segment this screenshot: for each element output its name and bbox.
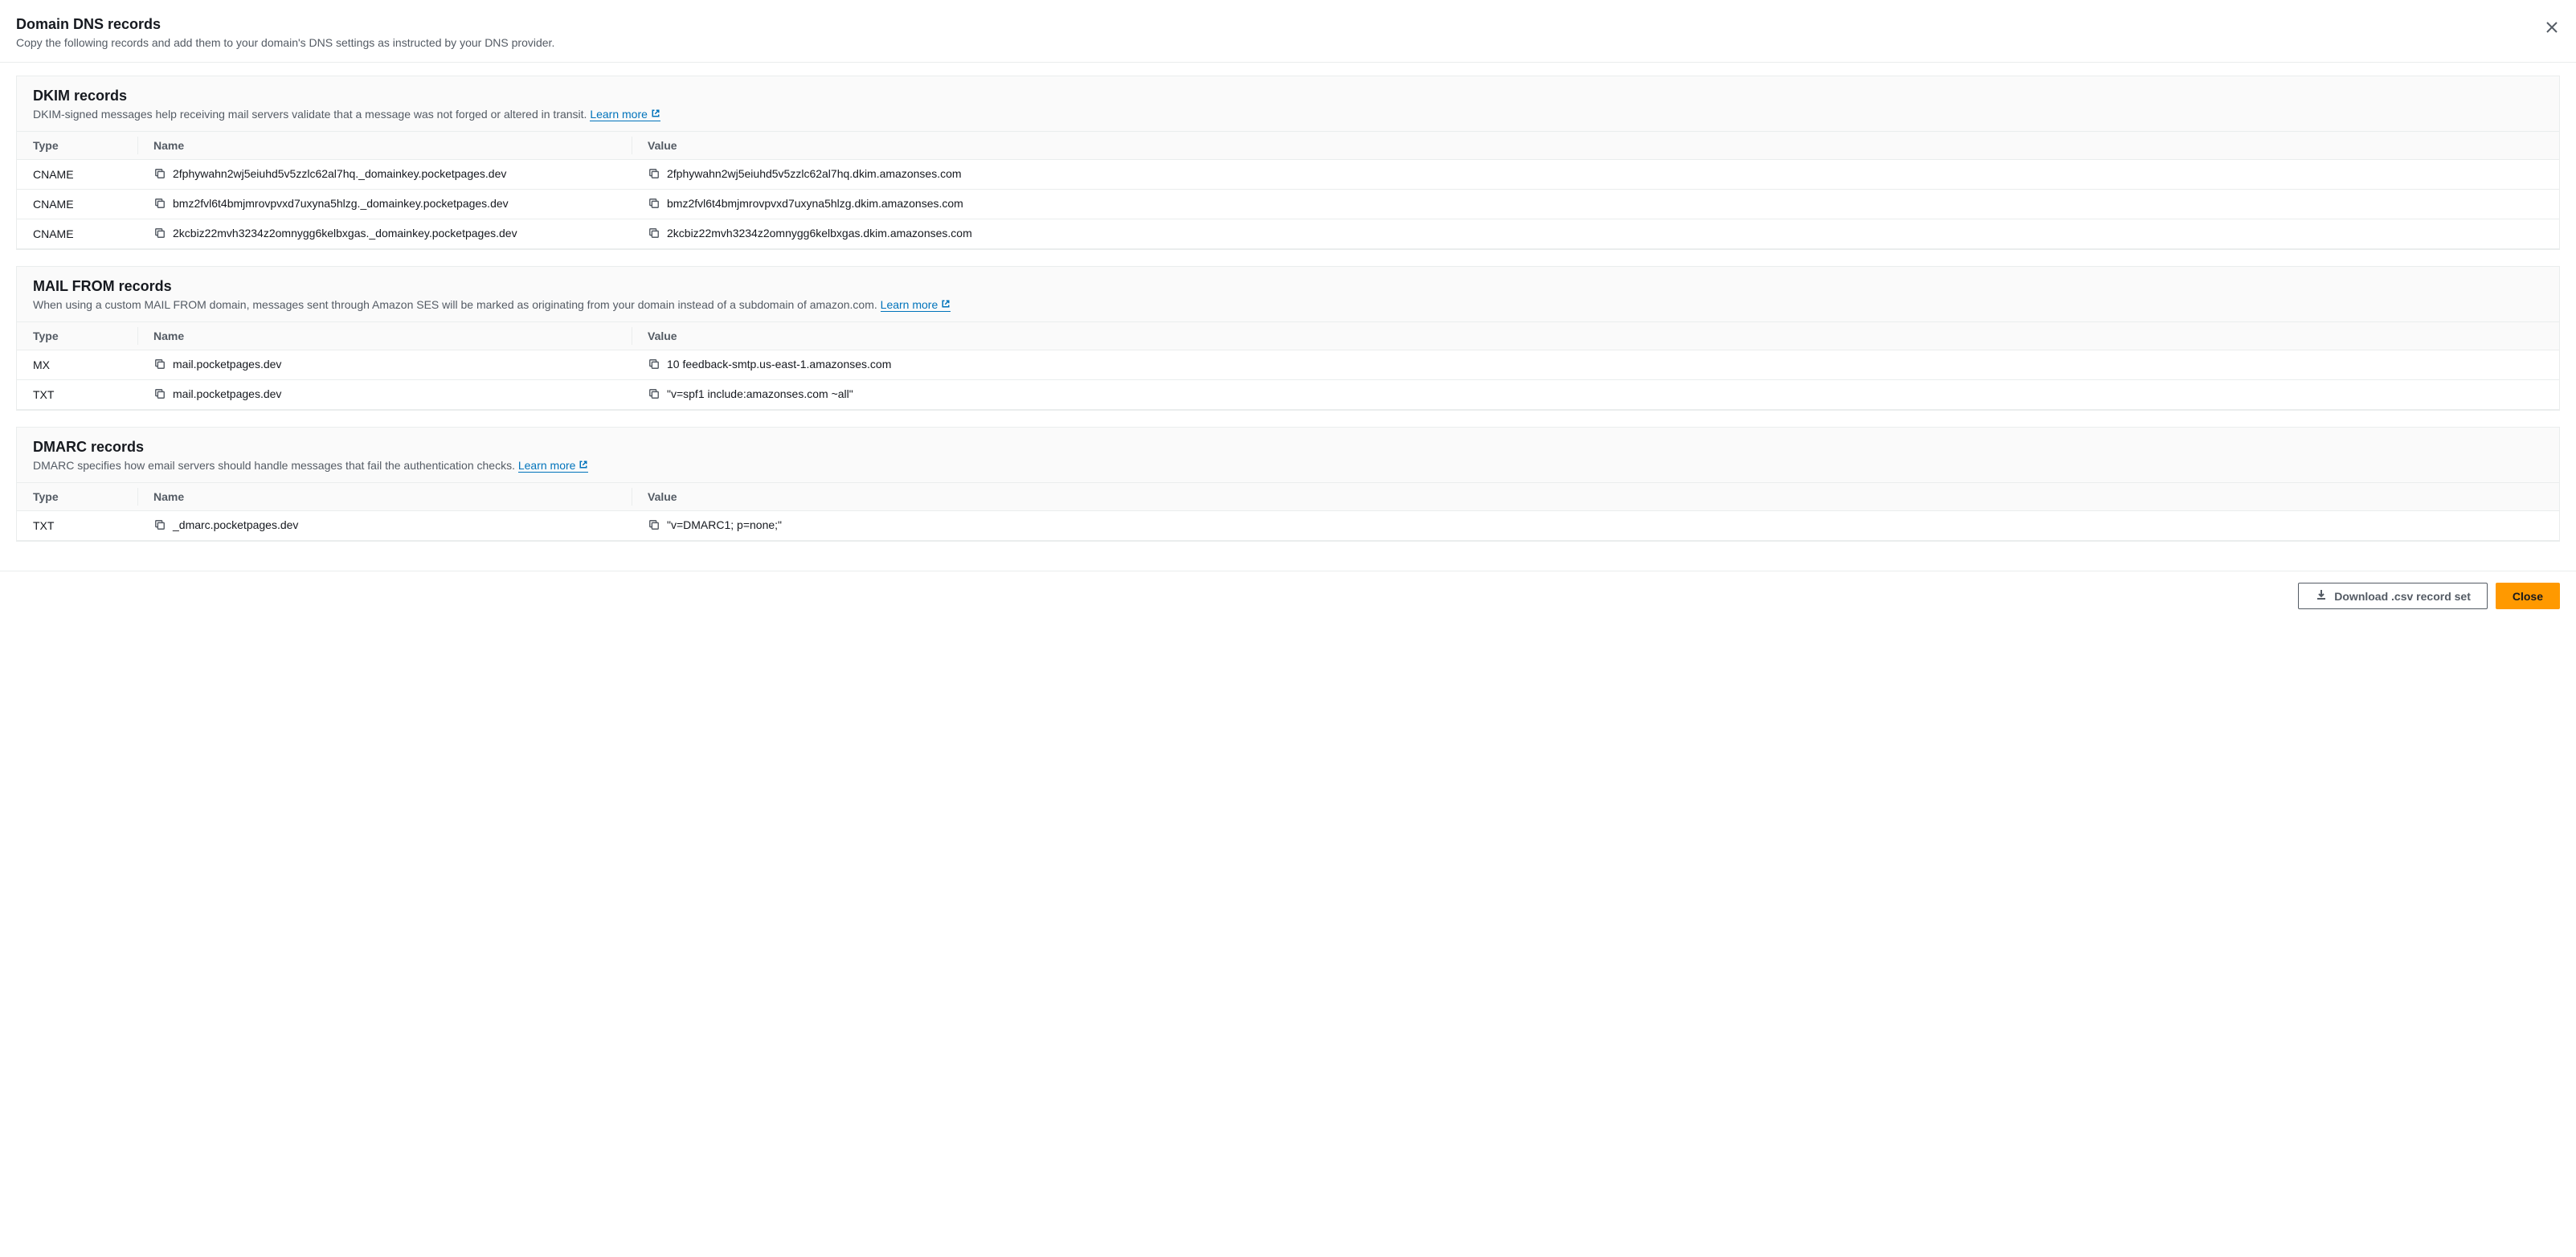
cell-value-text: "v=DMARC1; p=none;" — [667, 518, 782, 531]
records-panel: DKIM records DKIM-signed messages help re… — [16, 76, 2560, 250]
cell-value-text: 10 feedback-smtp.us-east-1.amazonses.com — [667, 358, 891, 371]
panel-title: MAIL FROM records — [33, 278, 2543, 295]
table-row: CNAME bmz2fvl6t4bmjmrovpvxd7uxyna5hlzg._d… — [17, 190, 2559, 219]
records-panel: DMARC records DMARC specifies how email s… — [16, 427, 2560, 542]
cell-value-text: bmz2fvl6t4bmjmrovpvxd7uxyna5hlzg.dkim.am… — [667, 197, 963, 210]
cell-name-text: mail.pocketpages.dev — [173, 358, 281, 371]
copy-icon[interactable] — [153, 358, 166, 371]
external-link-icon — [651, 108, 660, 121]
cell-name: mail.pocketpages.dev — [137, 380, 632, 410]
panel-header: MAIL FROM records When using a custom MAI… — [17, 267, 2559, 321]
cell-value: 2kcbiz22mvh3234z2omnygg6kelbxgas.dkim.am… — [632, 219, 2559, 249]
cell-type: TXT — [17, 380, 137, 410]
external-link-icon — [941, 298, 951, 311]
cell-name: 2fphywahn2wj5eiuhd5v5zzlc62al7hq._domain… — [137, 160, 632, 190]
column-header-value: Value — [632, 132, 2559, 160]
panel-description: DKIM-signed messages help receiving mail… — [33, 108, 2543, 121]
table-row: MX mail.pocketpages.dev 10 feedback-smtp.u… — [17, 350, 2559, 380]
cell-name-text: 2fphywahn2wj5eiuhd5v5zzlc62al7hq._domain… — [173, 167, 506, 180]
records-table: TypeNameValue CNAME 2fphywahn2wj5eiuhd5v5z… — [17, 131, 2559, 249]
cell-name: bmz2fvl6t4bmjmrovpvxd7uxyna5hlzg._domain… — [137, 190, 632, 219]
close-icon[interactable] — [2544, 19, 2560, 35]
table-row: TXT mail.pocketpages.dev "v=spf1 include:a… — [17, 380, 2559, 410]
cell-name-text: 2kcbiz22mvh3234z2omnygg6kelbxgas._domain… — [173, 227, 517, 240]
learn-more-label: Learn more — [881, 298, 938, 311]
cell-value: "v=DMARC1; p=none;" — [632, 511, 2559, 541]
copy-icon[interactable] — [648, 227, 660, 240]
modal-content: DKIM records DKIM-signed messages help re… — [0, 63, 2576, 571]
learn-more-link[interactable]: Learn more — [881, 298, 951, 312]
cell-value: 10 feedback-smtp.us-east-1.amazonses.com — [632, 350, 2559, 380]
column-header-name: Name — [137, 483, 632, 511]
modal-title: Domain DNS records — [16, 16, 2560, 33]
column-header-type: Type — [17, 483, 137, 511]
cell-name: _dmarc.pocketpages.dev — [137, 511, 632, 541]
copy-icon[interactable] — [648, 358, 660, 371]
cell-type: CNAME — [17, 190, 137, 219]
external-link-icon — [579, 459, 588, 472]
close-button[interactable]: Close — [2496, 583, 2560, 609]
copy-icon[interactable] — [648, 167, 660, 180]
column-header-type: Type — [17, 322, 137, 350]
column-header-value: Value — [632, 483, 2559, 511]
cell-value: 2fphywahn2wj5eiuhd5v5zzlc62al7hq.dkim.am… — [632, 160, 2559, 190]
modal-header: Domain DNS records Copy the following re… — [0, 0, 2576, 63]
cell-name: mail.pocketpages.dev — [137, 350, 632, 380]
cell-name-text: _dmarc.pocketpages.dev — [173, 518, 298, 531]
copy-icon[interactable] — [153, 167, 166, 180]
modal-footer: Download .csv record set Close — [0, 571, 2576, 620]
cell-type: CNAME — [17, 219, 137, 249]
column-header-name: Name — [137, 322, 632, 350]
learn-more-label: Learn more — [518, 459, 576, 472]
cell-value-text: 2fphywahn2wj5eiuhd5v5zzlc62al7hq.dkim.am… — [667, 167, 962, 180]
records-panel: MAIL FROM records When using a custom MAI… — [16, 266, 2560, 411]
copy-icon[interactable] — [648, 197, 660, 210]
copy-icon[interactable] — [153, 518, 166, 531]
cell-name: 2kcbiz22mvh3234z2omnygg6kelbxgas._domain… — [137, 219, 632, 249]
panel-title: DMARC records — [33, 439, 2543, 456]
download-icon — [2315, 588, 2328, 604]
cell-name-text: bmz2fvl6t4bmjmrovpvxd7uxyna5hlzg._domain… — [173, 197, 509, 210]
records-table: TypeNameValue TXT _dmarc.pocketpages.dev "v… — [17, 482, 2559, 541]
table-row: CNAME 2fphywahn2wj5eiuhd5v5zzlc62al7hq._d… — [17, 160, 2559, 190]
panel-description-text: DMARC specifies how email servers should… — [33, 459, 518, 472]
records-table: TypeNameValue MX mail.pocketpages.dev 10 fe… — [17, 321, 2559, 410]
panel-description: When using a custom MAIL FROM domain, me… — [33, 298, 2543, 312]
copy-icon[interactable] — [648, 518, 660, 531]
panel-description-text: When using a custom MAIL FROM domain, me… — [33, 298, 881, 311]
table-row: CNAME 2kcbiz22mvh3234z2omnygg6kelbxgas._d… — [17, 219, 2559, 249]
cell-value: bmz2fvl6t4bmjmrovpvxd7uxyna5hlzg.dkim.am… — [632, 190, 2559, 219]
panel-header: DMARC records DMARC specifies how email s… — [17, 428, 2559, 482]
copy-icon[interactable] — [153, 197, 166, 210]
copy-icon[interactable] — [153, 227, 166, 240]
copy-icon[interactable] — [153, 387, 166, 400]
panel-description-text: DKIM-signed messages help receiving mail… — [33, 108, 590, 121]
download-csv-label: Download .csv record set — [2334, 590, 2471, 603]
panel-description: DMARC specifies how email servers should… — [33, 459, 2543, 473]
column-header-name: Name — [137, 132, 632, 160]
modal-subtitle: Copy the following records and add them … — [16, 36, 2560, 49]
close-button-label: Close — [2513, 590, 2543, 603]
cell-type: CNAME — [17, 160, 137, 190]
cell-type: MX — [17, 350, 137, 380]
panel-header: DKIM records DKIM-signed messages help re… — [17, 76, 2559, 131]
download-csv-button[interactable]: Download .csv record set — [2298, 583, 2488, 609]
column-header-type: Type — [17, 132, 137, 160]
cell-name-text: mail.pocketpages.dev — [173, 387, 281, 400]
copy-icon[interactable] — [648, 387, 660, 400]
table-row: TXT _dmarc.pocketpages.dev "v=DMARC1; p=no… — [17, 511, 2559, 541]
cell-value-text: "v=spf1 include:amazonses.com ~all" — [667, 387, 853, 400]
cell-type: TXT — [17, 511, 137, 541]
learn-more-label: Learn more — [590, 108, 648, 121]
column-header-value: Value — [632, 322, 2559, 350]
learn-more-link[interactable]: Learn more — [518, 459, 589, 473]
learn-more-link[interactable]: Learn more — [590, 108, 660, 121]
cell-value: "v=spf1 include:amazonses.com ~all" — [632, 380, 2559, 410]
cell-value-text: 2kcbiz22mvh3234z2omnygg6kelbxgas.dkim.am… — [667, 227, 972, 240]
panel-title: DKIM records — [33, 88, 2543, 104]
